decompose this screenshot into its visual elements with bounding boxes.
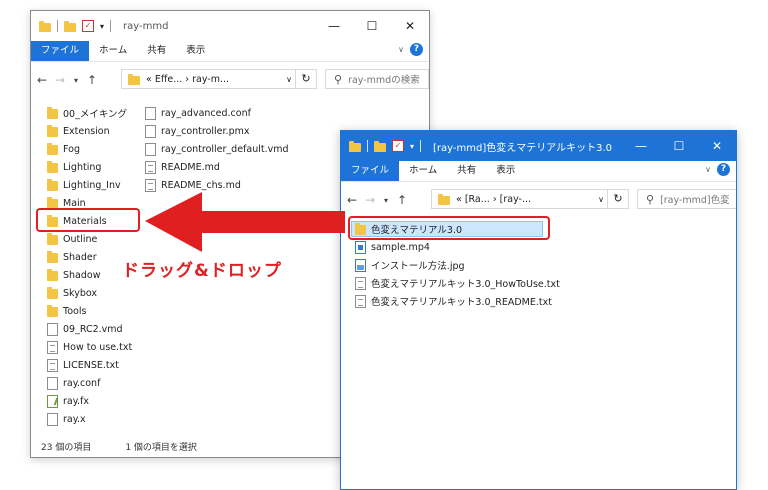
drag-arrow-shape — [145, 192, 345, 252]
drag-arrow — [145, 192, 345, 252]
drag-drop-label: ドラッグ&ドロップ — [122, 261, 282, 281]
